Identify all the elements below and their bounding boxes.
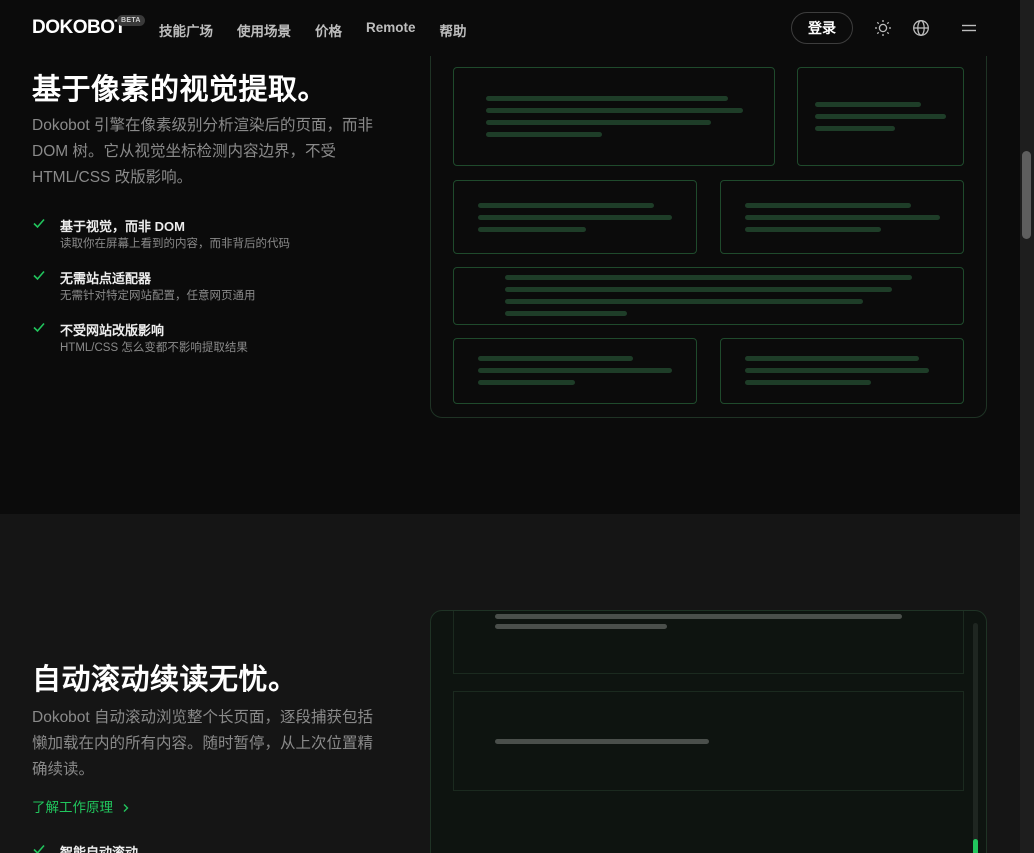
section-description-line: Dokobot 引擎在像素级别分析渲染后的页面，而非 bbox=[32, 117, 374, 134]
content-block bbox=[453, 180, 697, 254]
content-block bbox=[453, 267, 964, 325]
beta-badge: BETA bbox=[117, 15, 145, 26]
nav-item-skills[interactable]: 技能广场 bbox=[159, 20, 213, 40]
pixel-extraction-section: 基于像素的视觉提取。 Dokobot 引擎在像素级别分析渲染后的页面，而非 DO… bbox=[0, 0, 1020, 514]
nav-item-help[interactable]: 帮助 bbox=[440, 20, 467, 40]
top-header: DOKOBOT BETA 技能广场 使用场景 价格 Remote 帮助 登录 bbox=[0, 0, 1020, 56]
page-scrollbar[interactable] bbox=[1020, 0, 1034, 853]
nav-item-pricing[interactable]: 价格 bbox=[315, 20, 342, 40]
login-button[interactable]: 登录 bbox=[791, 12, 853, 44]
feature-subtitle: 无需针对特定网站配置，任意网页通用 bbox=[60, 290, 256, 302]
content-block bbox=[720, 338, 964, 404]
feature-subtitle: HTML/CSS 怎么变都不影响提取结果 bbox=[60, 342, 248, 354]
logo[interactable]: DOKOBOT bbox=[32, 17, 126, 39]
feature-title: 智能自动滚动 bbox=[60, 845, 139, 853]
feature-subtitle: 读取你在屏幕上看到的内容，而非背后的代码 bbox=[60, 238, 290, 250]
section-description-line: DOM 树。它从视觉坐标检测内容边界，不受 bbox=[32, 143, 336, 160]
scroll-progress bbox=[973, 839, 978, 853]
menu-icon[interactable] bbox=[959, 18, 979, 38]
check-icon bbox=[33, 844, 45, 853]
main-nav: 技能广场 使用场景 价格 Remote 帮助 bbox=[159, 20, 491, 40]
content-block bbox=[797, 67, 964, 166]
scroll-track bbox=[973, 623, 978, 853]
section-title: 基于像素的视觉提取。 bbox=[32, 74, 328, 106]
chevron-right-icon bbox=[123, 804, 129, 812]
section-description-line: Dokobot 自动滚动浏览整个长页面，逐段捕获包括 bbox=[32, 709, 374, 726]
nav-item-remote[interactable]: Remote bbox=[366, 20, 416, 40]
section-description-line: HTML/CSS 改版影响。 bbox=[32, 169, 193, 186]
feature-item: 智能自动滚动 bbox=[32, 842, 332, 853]
page-scrollbar-thumb[interactable] bbox=[1022, 151, 1031, 239]
section-description-line: 懒加载在内的所有内容。随时暂停，从上次位置精 bbox=[32, 735, 374, 752]
content-block bbox=[453, 338, 697, 404]
content-block bbox=[453, 611, 964, 674]
check-icon bbox=[33, 322, 45, 333]
content-block bbox=[453, 691, 964, 791]
link-label: 了解工作原理 bbox=[32, 800, 113, 815]
nav-item-scenarios[interactable]: 使用场景 bbox=[237, 20, 291, 40]
auto-scroll-section: 自动滚动续读无忧。 Dokobot 自动滚动浏览整个长页面，逐段捕获包括 懒加载… bbox=[0, 514, 1020, 853]
globe-icon[interactable] bbox=[911, 18, 931, 38]
feature-title: 无需站点适配器 bbox=[60, 271, 152, 286]
content-block bbox=[453, 67, 775, 166]
content-block bbox=[720, 180, 964, 254]
sun-icon[interactable] bbox=[873, 18, 893, 38]
pixel-grid-illustration bbox=[430, 40, 987, 418]
check-icon bbox=[33, 218, 45, 229]
scrolling-page-illustration bbox=[430, 610, 987, 853]
feature-title: 基于视觉，而非 DOM bbox=[60, 219, 185, 234]
check-icon bbox=[33, 270, 45, 281]
feature-title: 不受网站改版影响 bbox=[60, 323, 165, 338]
section-description-line: 确续读。 bbox=[32, 761, 95, 778]
how-it-works-link[interactable]: 了解工作原理 bbox=[32, 796, 131, 816]
section-title: 自动滚动续读无忧。 bbox=[32, 664, 298, 696]
